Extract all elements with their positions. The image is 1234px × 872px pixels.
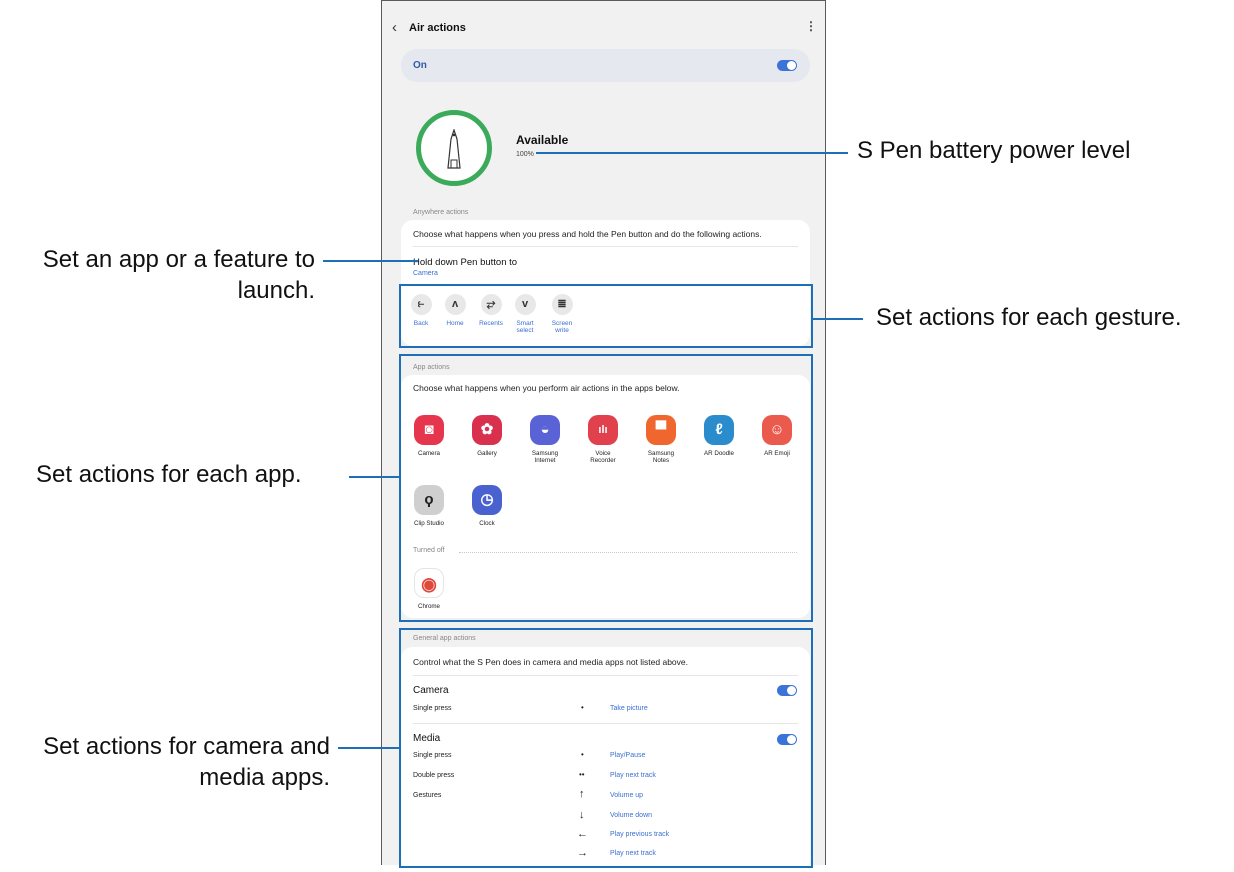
hold-pen-button-setting[interactable]: Hold down Pen button to Camera <box>401 253 810 283</box>
media-leader-line <box>338 747 399 749</box>
app-leader-line <box>349 476 399 478</box>
anywhere-description: Choose what happens when you press and h… <box>413 229 762 239</box>
media-annotation-line1: Set actions for camera and <box>43 733 330 760</box>
page-title: Air actions <box>409 22 466 34</box>
launch-annotation: Set an app or a feature to launch. <box>20 244 315 306</box>
media-annotation: Set actions for camera and media apps. <box>8 731 330 793</box>
master-switch-label: On <box>413 60 427 71</box>
launch-leader-line <box>323 260 418 262</box>
gesture-annotation: Set actions for each gesture. <box>876 304 1182 331</box>
gestures-callout-box <box>399 284 813 348</box>
launch-annotation-line2: launch. <box>237 277 315 305</box>
back-icon[interactable]: ‹ <box>392 19 397 36</box>
more-options-icon[interactable]: ⋮ <box>805 19 817 33</box>
battery-ring <box>416 110 492 186</box>
divider <box>413 246 798 247</box>
battery-annotation: S Pen battery power level <box>857 137 1131 164</box>
hold-setting-value: Camera <box>413 270 438 277</box>
media-annotation-line2: media apps. <box>199 764 330 792</box>
master-switch-row[interactable]: On <box>401 49 810 82</box>
battery-percent: 100% <box>516 151 534 158</box>
hold-setting-title: Hold down Pen button to <box>413 257 518 268</box>
master-toggle[interactable] <box>777 60 797 71</box>
media-callout-box <box>399 628 813 868</box>
s-pen-icon <box>447 129 461 169</box>
launch-annotation-line1: Set an app or a feature to <box>42 246 315 273</box>
anywhere-section-title: Anywhere actions <box>413 209 469 216</box>
battery-status: Available <box>516 133 569 147</box>
app-annotation: Set actions for each app. <box>36 461 302 488</box>
battery-leader-line <box>536 152 848 154</box>
gesture-leader-line <box>813 318 863 320</box>
apps-callout-box <box>399 354 813 622</box>
